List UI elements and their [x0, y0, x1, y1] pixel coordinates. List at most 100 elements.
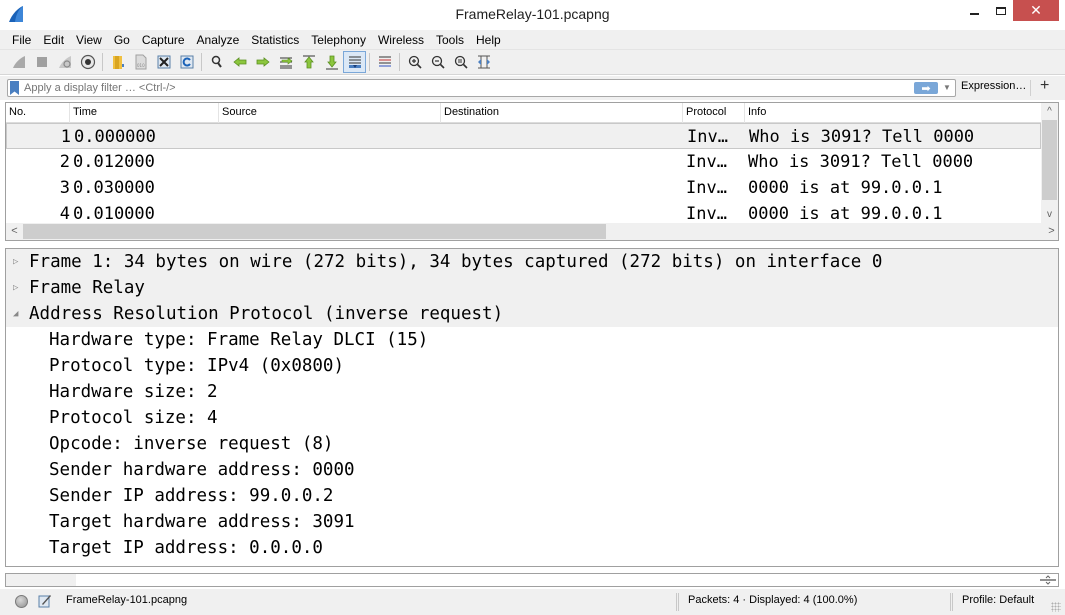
find-icon [211, 55, 222, 68]
find-packet-button[interactable] [205, 51, 228, 73]
expert-info-status-icon[interactable] [15, 595, 28, 608]
start-capture-button[interactable] [7, 51, 30, 73]
size-grip-icon[interactable] [1051, 602, 1061, 612]
scroll-right-icon[interactable]: > [1043, 223, 1058, 240]
go-forward-button[interactable] [251, 51, 274, 73]
column-header-time[interactable]: Time [70, 103, 219, 123]
first-packet-button[interactable] [297, 51, 320, 73]
column-header-info[interactable]: Info [745, 103, 1041, 123]
restart-capture-button[interactable] [53, 51, 76, 73]
expand-arrow-icon[interactable]: ▷ [13, 249, 18, 275]
packet-row[interactable]: 2 0.012000 Inv… Who is 3091? Tell 0000 [6, 149, 1041, 175]
tree-field[interactable]: Hardware size: 2 [6, 379, 1058, 405]
zoom-normal-button[interactable] [449, 51, 472, 73]
restart-icon [58, 56, 71, 68]
menu-telephony[interactable]: Telephony [305, 30, 372, 50]
tree-field[interactable]: Protocol size: 4 [6, 405, 1058, 431]
expand-arrow-icon[interactable]: ▷ [13, 275, 18, 301]
packet-list-horizontal-scrollbar[interactable]: < > [6, 223, 1058, 240]
menu-go[interactable]: Go [108, 30, 136, 50]
go-to-packet-button[interactable] [274, 51, 297, 73]
tree-field[interactable]: Target IP address: 0.0.0.0 [6, 535, 1058, 561]
reload-file-button[interactable] [175, 51, 198, 73]
zoom-in-icon [408, 55, 422, 69]
splitter-handle-icon[interactable] [1040, 575, 1056, 585]
column-header-source[interactable]: Source [219, 103, 441, 123]
last-packet-button[interactable] [320, 51, 343, 73]
maximize-button[interactable] [988, 0, 1014, 21]
tree-item-frame-relay[interactable]: ▷ Frame Relay [6, 275, 1058, 301]
tree-field[interactable]: Sender hardware address: 0000 [6, 457, 1058, 483]
autoscroll-icon [348, 56, 361, 68]
menu-statistics[interactable]: Statistics [245, 30, 305, 50]
scrollbar-thumb[interactable] [23, 224, 606, 239]
close-file-button[interactable] [152, 51, 175, 73]
resize-columns-button[interactable] [472, 51, 495, 73]
open-file-button[interactable] [106, 51, 129, 73]
packet-row[interactable]: 3 0.030000 Inv… 0000 is at 99.0.0.1 [6, 175, 1041, 201]
filter-history-dropdown[interactable]: ▼ [942, 82, 952, 94]
close-button[interactable]: ✕ [1013, 0, 1059, 21]
tree-item-frame[interactable]: ▷ Frame 1: 34 bytes on wire (272 bits), … [6, 249, 1058, 275]
menu-view[interactable]: View [70, 30, 108, 50]
first-packet-icon [302, 55, 315, 69]
apply-filter-button[interactable]: ➡ [914, 82, 938, 95]
minimize-button[interactable] [961, 0, 987, 21]
status-profile[interactable]: Profile: Default [962, 594, 1034, 606]
menu-analyze[interactable]: Analyze [191, 30, 246, 50]
bytes-pane-scrollbar[interactable] [6, 574, 76, 586]
column-header-protocol[interactable]: Protocol [683, 103, 745, 123]
capture-comment-icon[interactable] [38, 593, 52, 608]
zoom-out-button[interactable] [426, 51, 449, 73]
tree-field[interactable]: Target hardware address: 3091 [6, 509, 1058, 535]
menu-capture[interactable]: Capture [136, 30, 191, 50]
capture-options-button[interactable] [76, 51, 99, 73]
zoom-in-button[interactable] [403, 51, 426, 73]
menu-help[interactable]: Help [470, 30, 507, 50]
field-opcode: Opcode: inverse request (8) [49, 434, 334, 454]
tree-field[interactable]: Opcode: inverse request (8) [6, 431, 1058, 457]
bookmark-icon[interactable] [10, 81, 19, 95]
tree-field[interactable]: Protocol type: IPv4 (0x0800) [6, 353, 1058, 379]
tree-item-label: Frame Relay [29, 278, 145, 298]
packet-no: 3 [59, 178, 70, 198]
tree-field[interactable]: Hardware type: Frame Relay DLCI (15) [6, 327, 1058, 353]
menu-wireless[interactable]: Wireless [372, 30, 430, 50]
menu-edit[interactable]: Edit [37, 30, 70, 50]
collapse-arrow-icon[interactable]: ◢ [13, 301, 18, 327]
save-file-button[interactable]: 010 [129, 51, 152, 73]
menu-file[interactable]: File [6, 30, 37, 50]
display-filter-input[interactable] [24, 80, 904, 96]
zoom-normal-icon [454, 55, 468, 69]
stop-capture-button[interactable] [30, 51, 53, 73]
scrollbar-thumb[interactable] [1042, 120, 1057, 200]
tree-item-arp[interactable]: ◢ Address Resolution Protocol (inverse r… [6, 301, 1058, 327]
packet-row[interactable]: 1 0.000000 Inv… Who is 3091? Tell 0000 [6, 123, 1041, 149]
packet-details-pane: ▷ Frame 1: 34 bytes on wire (272 bits), … [5, 248, 1059, 567]
field-sender-hw-address: Sender hardware address: 0000 [49, 460, 355, 480]
toolbar-separator [399, 53, 400, 71]
field-target-hw-address: Target hardware address: 3091 [49, 512, 355, 532]
expression-button[interactable]: Expression… [961, 80, 1026, 92]
scroll-down-icon[interactable]: v [1041, 206, 1058, 223]
packet-list-vertical-scrollbar[interactable]: ^ v [1041, 103, 1058, 223]
toolbar-separator [201, 53, 202, 71]
tree-field[interactable]: Sender IP address: 99.0.0.2 [6, 483, 1058, 509]
packet-time: 0.012000 [73, 152, 155, 172]
column-header-destination[interactable]: Destination [441, 103, 683, 123]
go-back-button[interactable] [228, 51, 251, 73]
column-header-no[interactable]: No. [6, 103, 70, 123]
autoscroll-button[interactable] [343, 51, 366, 73]
scroll-left-icon[interactable]: < [6, 223, 23, 240]
menu-tools[interactable]: Tools [430, 30, 470, 50]
go-back-icon [232, 57, 246, 67]
packet-bytes-pane[interactable] [5, 573, 1059, 587]
packet-time: 0.000000 [74, 127, 156, 147]
add-filter-button[interactable]: + [1040, 77, 1049, 95]
colorize-button[interactable] [373, 51, 396, 73]
open-file-icon [112, 56, 124, 69]
scroll-up-icon[interactable]: ^ [1041, 103, 1058, 120]
packet-list-rows: 1 0.000000 Inv… Who is 3091? Tell 0000 2… [6, 123, 1041, 227]
chevron-down-icon: ▼ [943, 83, 951, 92]
toolbar-separator [369, 53, 370, 71]
